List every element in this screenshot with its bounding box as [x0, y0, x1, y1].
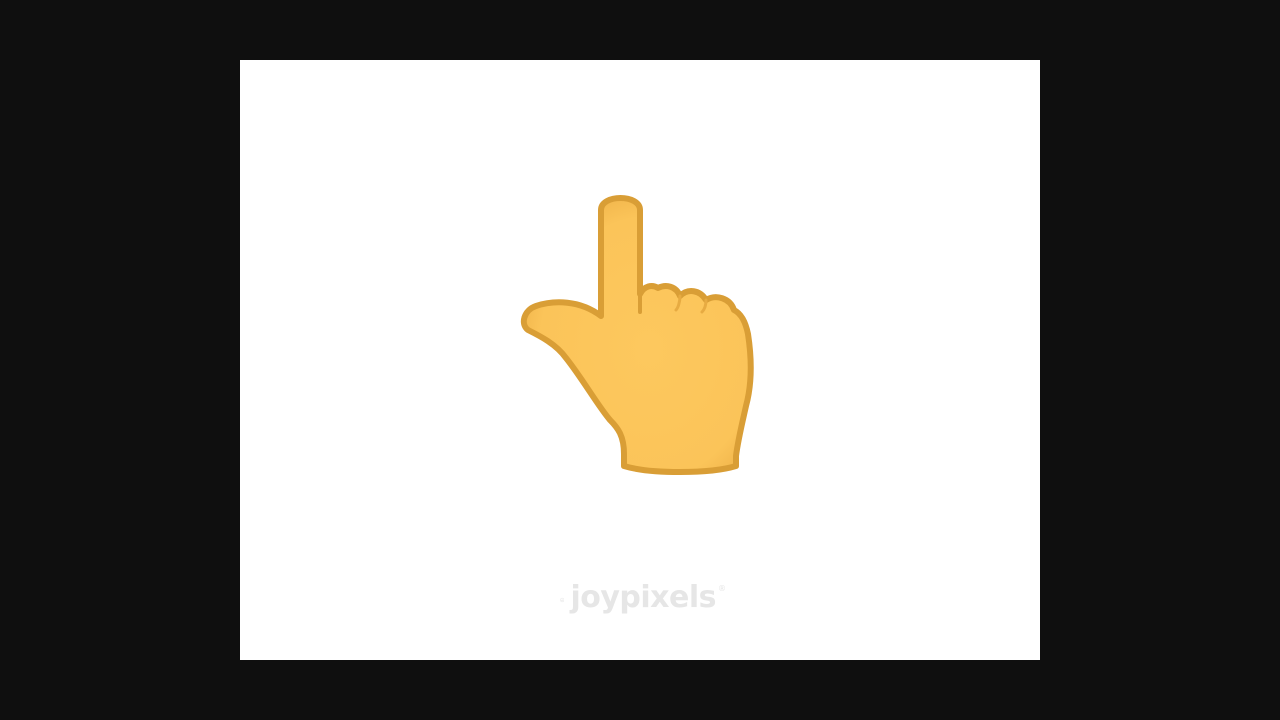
image-viewer-backdrop: joypixels ® — [0, 0, 1280, 720]
joypixels-logo-icon — [560, 597, 565, 603]
emoji-image-card: joypixels ® — [240, 60, 1040, 660]
watermark-brand-text: joypixels — [570, 580, 716, 615]
joypixels-watermark: joypixels ® — [560, 580, 730, 620]
backhand-index-pointing-up-icon — [520, 195, 754, 475]
registered-mark: ® — [718, 583, 726, 593]
